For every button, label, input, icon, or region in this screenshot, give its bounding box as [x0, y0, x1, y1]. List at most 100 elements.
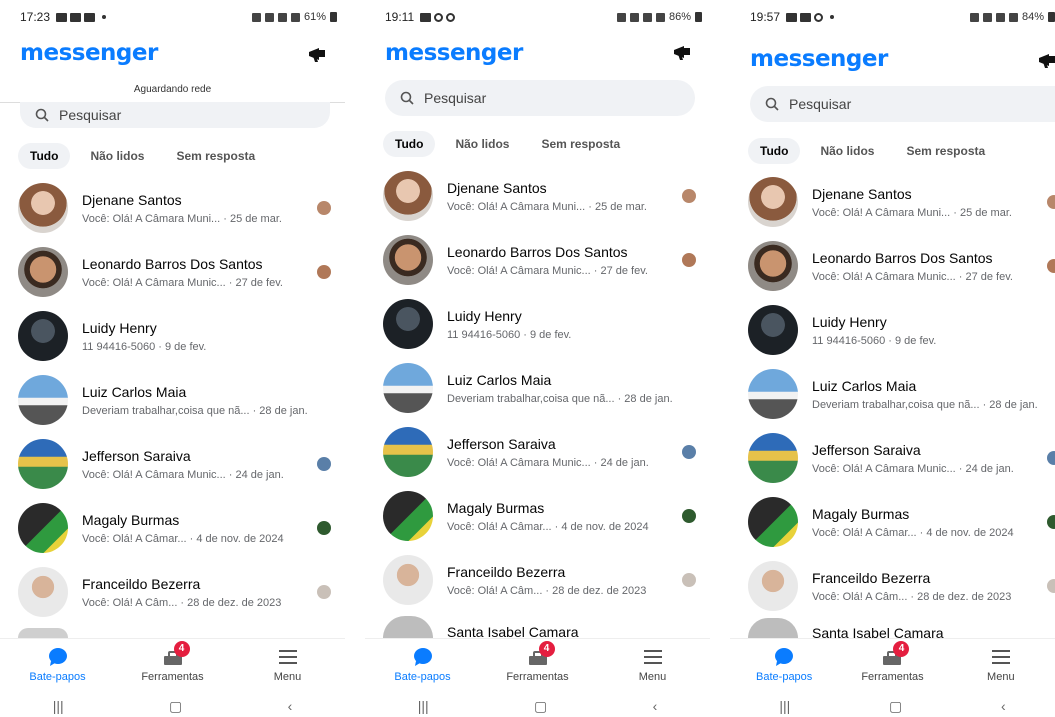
conversation-item[interactable]: Franceildo Bezerra Você: Olá! A Câm... · …: [18, 564, 335, 620]
conversation-item[interactable]: Jefferson Saraiva Você: Olá! A Câmara Mun…: [748, 430, 1055, 486]
avatar: [748, 618, 798, 638]
nav-chats[interactable]: Bate-papos: [365, 639, 480, 686]
avatar: [383, 299, 433, 349]
notification-icons: [56, 12, 107, 22]
conversation-item[interactable]: Luiz Carlos Maia Deveriam trabalhar,coisa…: [18, 372, 335, 428]
megaphone-icon[interactable]: [307, 46, 327, 64]
conversation-preview: 11 94416-5060 · 9 de fev.: [812, 334, 937, 347]
phone-screen-2: 19:11 86% messenger Pesquisar Tudo Não l…: [365, 0, 710, 717]
back-icon[interactable]: ‹: [288, 698, 293, 714]
home-icon[interactable]: ▢: [169, 698, 182, 715]
home-icon[interactable]: ▢: [889, 698, 902, 715]
network-status: Aguardando rede: [133, 84, 212, 95]
conversation-item[interactable]: Luidy Henry 11 94416-5060 · 9 de fev.: [383, 296, 700, 352]
recent-apps-icon[interactable]: |||: [418, 698, 429, 714]
conversation-preview: Você: Olá! A Câm... · 28 de dez. de 2023: [812, 590, 1012, 603]
recent-apps-icon[interactable]: |||: [779, 698, 790, 714]
status-bar: 19:11 86%: [385, 9, 702, 25]
nav-tools-label: Ferramentas: [506, 671, 569, 683]
battery-percent: 84%: [1021, 11, 1044, 23]
megaphone-icon[interactable]: [1037, 52, 1055, 70]
tab-unread[interactable]: Não lidos: [443, 131, 521, 157]
conversation-name: Magaly Burmas: [82, 511, 180, 528]
conversation-item[interactable]: Luiz Carlos Maia Deveriam trabalhar,coisa…: [748, 366, 1055, 422]
status-time: 19:57: [750, 10, 781, 24]
conversation-name: Djenane Santos: [447, 179, 547, 196]
conversation-item[interactable]: Magaly Burmas Você: Olá! A Câmar... · 4 d…: [383, 488, 700, 544]
tab-all[interactable]: Tudo: [383, 131, 436, 157]
conversation-name: Leonardo Barros Dos Santos: [447, 243, 628, 260]
search-placeholder: Pesquisar: [59, 107, 122, 123]
back-icon[interactable]: ‹: [1001, 698, 1006, 714]
conversation-item[interactable]: Leonardo Barros Dos Santos Você: Olá! A C…: [748, 238, 1055, 294]
seen-avatar: [317, 265, 331, 279]
status-time: 19:11: [385, 10, 415, 24]
conversation-name: Leonardo Barros Dos Santos: [82, 255, 263, 272]
tools-badge: 4: [173, 641, 190, 657]
conversation-item[interactable]: Magaly Burmas Você: Olá! A Câmar... · 4 d…: [748, 494, 1055, 550]
conversation-item[interactable]: Djenane Santos Você: Olá! A Câmara Muni..…: [18, 180, 335, 236]
conversation-item[interactable]: Magaly Burmas Você: Olá! A Câmar... · 4 d…: [18, 500, 335, 556]
nav-menu[interactable]: Menu: [230, 639, 345, 686]
search-input[interactable]: Pesquisar: [20, 102, 330, 128]
back-icon[interactable]: ‹: [653, 698, 658, 714]
nav-tools[interactable]: 4 Ferramentas: [115, 639, 230, 686]
tab-unanswered[interactable]: Sem resposta: [164, 143, 267, 169]
conversation-preview: Você: Olá! A Câmara Munic... · 27 de fev…: [812, 270, 1013, 283]
search-icon: [400, 91, 414, 105]
seen-avatar: [682, 573, 696, 587]
toolbox-icon: 4: [162, 641, 190, 667]
conversation-item[interactable]: Leonardo Barros Dos Santos Você: Olá! A C…: [383, 232, 700, 288]
conversation-item[interactable]: Djenane Santos Você: Olá! A Câmara Muni..…: [748, 174, 1055, 230]
tab-all[interactable]: Tudo: [18, 143, 71, 169]
conversation-preview: Você: Olá! A Câmara Munic... · 24 de jan…: [82, 468, 284, 481]
home-icon[interactable]: ▢: [534, 698, 547, 715]
system-indicators: 86%: [616, 11, 702, 23]
seen-avatar: [317, 521, 331, 535]
nav-menu[interactable]: Menu: [595, 639, 710, 686]
conversation-preview: Você: Olá! A Câm... · 28 de dez. de 2023: [447, 584, 647, 597]
tab-unanswered[interactable]: Sem resposta: [529, 131, 632, 157]
menu-icon: [991, 650, 1010, 664]
conversation-item[interactable]: Jefferson Saraiva Você: Olá! A Câmara Mun…: [18, 436, 335, 492]
conversation-preview: Você: Olá! A Câmar... · 4 de nov. de 202…: [82, 532, 284, 545]
toolbox-icon: 4: [881, 641, 910, 667]
conversation-item[interactable]: Santa Isabel Camara: [383, 616, 700, 640]
tab-unread[interactable]: Não lidos: [78, 143, 156, 169]
nav-chats[interactable]: Bate-papos: [730, 639, 838, 686]
conversation-item[interactable]: Santa Isabel Camara: [748, 618, 1055, 641]
nav-chats[interactable]: Bate-papos: [0, 639, 115, 686]
conversation-item[interactable]: Franceildo Bezerra Você: Olá! A Câm... · …: [383, 552, 700, 608]
conversation-item[interactable]: Franceildo Bezerra Você: Olá! A Câm... · …: [748, 558, 1055, 614]
conversation-item[interactable]: Luidy Henry 11 94416-5060 · 9 de fev.: [18, 308, 335, 364]
conversation-preview: Você: Olá! A Câmara Muni... · 25 de mar.: [82, 212, 282, 225]
conversation-item[interactable]: Leonardo Barros Dos Santos Você: Olá! A C…: [18, 244, 335, 300]
conversation-item[interactable]: Jefferson Saraiva Você: Olá! A Câmara Mun…: [383, 424, 700, 480]
nav-menu[interactable]: Menu: [947, 639, 1055, 686]
conversation-item[interactable]: Djenane Santos Você: Olá! A Câmara Muni..…: [383, 168, 700, 224]
search-input[interactable]: Pesquisar: [385, 80, 695, 116]
nav-tools[interactable]: 4 Ferramentas: [838, 639, 946, 686]
megaphone-icon[interactable]: [672, 44, 692, 62]
tab-unanswered[interactable]: Sem resposta: [894, 138, 997, 164]
recent-apps-icon[interactable]: |||: [53, 698, 64, 714]
tab-all[interactable]: Tudo: [748, 138, 801, 164]
avatar: [383, 491, 433, 541]
battery-percent: 61%: [303, 11, 326, 23]
nav-tools[interactable]: 4 Ferramentas: [480, 639, 595, 686]
seen-avatar: [317, 201, 331, 215]
conversation-item[interactable]: Luiz Carlos Maia Deveriam trabalhar,coisa…: [383, 360, 700, 416]
conversation-item[interactable]: Luidy Henry 11 94416-5060 · 9 de fev.: [748, 302, 1055, 358]
search-icon: [765, 97, 779, 111]
search-input[interactable]: Pesquisar: [750, 86, 1055, 122]
tab-unread[interactable]: Não lidos: [808, 138, 886, 164]
seen-avatar: [1047, 259, 1055, 273]
avatar: [748, 433, 798, 483]
avatar: [18, 247, 68, 297]
avatar: [18, 503, 68, 553]
filter-tabs: Tudo Não lidos Sem resposta: [383, 131, 632, 157]
conversation-preview: Você: Olá! A Câmar... · 4 de nov. de 202…: [812, 526, 1014, 539]
seen-avatar: [682, 189, 696, 203]
conversation-name: Magaly Burmas: [812, 505, 910, 522]
avatar: [748, 177, 798, 227]
